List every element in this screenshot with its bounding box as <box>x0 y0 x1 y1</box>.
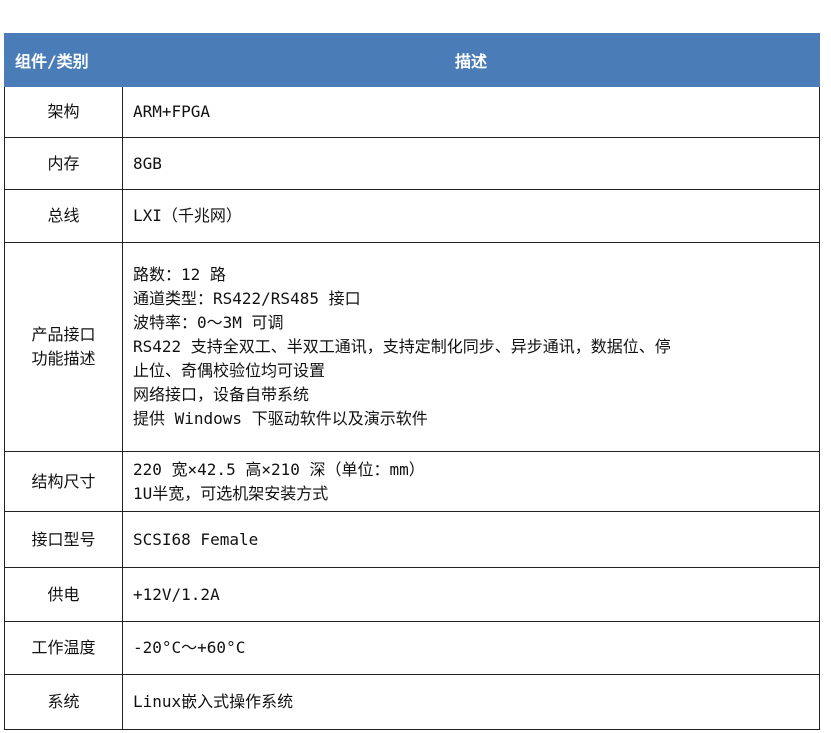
table-row: 产品接口 功能描述 路数：12 路 通道类型：RS422/RS485 接口 波特… <box>4 242 820 452</box>
row-key: 接口型号 <box>4 511 123 568</box>
value-line: 波特率：0～3M 可调 <box>133 313 284 332</box>
spec-table-container: 组件/类别 描述 架构 ARM+FPGA 内存 8GB 总线 LXI（千兆网） <box>4 33 820 730</box>
value-line: 提供 Windows 下驱动软件以及演示软件 <box>133 409 428 428</box>
row-key: 产品接口 功能描述 <box>4 242 123 452</box>
value-line: -20°C～+60°C <box>133 638 246 657</box>
value-line: 网络接口，设备自带系统 <box>133 385 310 404</box>
row-key: 内存 <box>4 137 123 190</box>
value-line: 1U半宽，可选机架安装方式 <box>133 483 329 503</box>
row-value: SCSI68 Female <box>122 511 820 568</box>
table-row: 系统 Linux嵌入式操作系统 <box>4 674 820 730</box>
row-value: 路数：12 路 通道类型：RS422/RS485 接口 波特率：0～3M 可调 … <box>122 242 820 452</box>
row-value: 220 宽×42.5 高×210 深（单位：mm） 1U半宽，可选机架安装方式 <box>122 451 820 512</box>
row-key-line: 功能描述 <box>31 349 96 368</box>
row-key: 系统 <box>4 674 123 730</box>
table-row: 内存 8GB <box>4 137 820 190</box>
row-value: ARM+FPGA <box>122 86 820 138</box>
table-row: 架构 ARM+FPGA <box>4 86 820 138</box>
value-line: LXI（千兆网） <box>133 206 242 225</box>
value-line: 220 宽×42.5 高×210 深（单位：mm） <box>133 459 425 479</box>
table-row: 工作温度 -20°C～+60°C <box>4 621 820 675</box>
table-header-row: 组件/类别 描述 <box>4 33 820 87</box>
row-value: 8GB <box>122 137 820 190</box>
row-value: -20°C～+60°C <box>122 621 820 675</box>
value-line: 路数：12 路 <box>133 265 226 284</box>
header-description: 描述 <box>122 33 820 87</box>
value-line: 通道类型：RS422/RS485 接口 <box>133 289 361 308</box>
row-key: 供电 <box>4 567 123 622</box>
value-line: RS422 支持全双工、半双工通讯，支持定制化同步、异步通讯，数据位、停 <box>133 337 671 356</box>
spec-table: 组件/类别 描述 架构 ARM+FPGA 内存 8GB 总线 LXI（千兆网） <box>4 33 820 730</box>
table-row: 总线 LXI（千兆网） <box>4 189 820 243</box>
row-key: 工作温度 <box>4 621 123 675</box>
row-value: +12V/1.2A <box>122 567 820 622</box>
header-category: 组件/类别 <box>4 33 123 87</box>
row-key: 总线 <box>4 189 123 243</box>
value-line: SCSI68 Female <box>133 529 259 549</box>
row-key: 结构尺寸 <box>4 451 123 512</box>
value-line: 8GB <box>133 153 162 173</box>
value-line: +12V/1.2A <box>133 584 220 604</box>
value-line: Linux嵌入式操作系统 <box>133 692 294 711</box>
value-line: 止位、奇偶校验位均可设置 <box>133 361 326 380</box>
value-line: ARM+FPGA <box>133 102 211 121</box>
row-value: LXI（千兆网） <box>122 189 820 243</box>
row-value: Linux嵌入式操作系统 <box>122 674 820 730</box>
table-row: 供电 +12V/1.2A <box>4 567 820 622</box>
row-key-line: 产品接口 <box>31 325 96 344</box>
table-row: 结构尺寸 220 宽×42.5 高×210 深（单位：mm） 1U半宽，可选机架… <box>4 451 820 512</box>
table-row: 接口型号 SCSI68 Female <box>4 511 820 568</box>
row-key: 架构 <box>4 86 123 138</box>
